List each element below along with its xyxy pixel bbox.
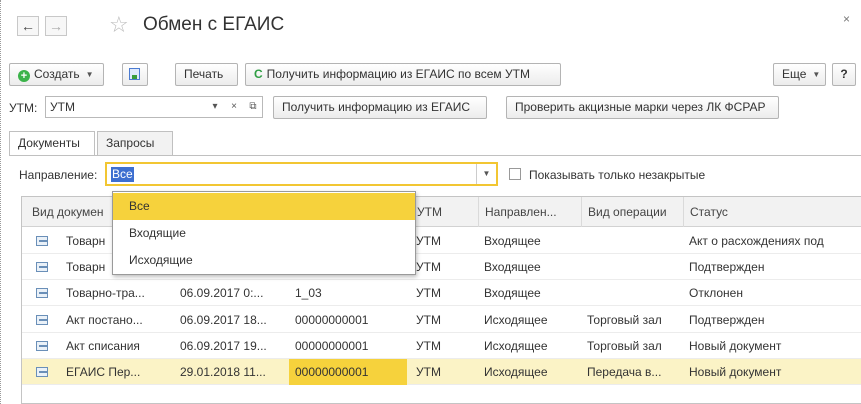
- back-button[interactable]: ←: [17, 16, 39, 36]
- fetch-egais-button[interactable]: Получить информацию из ЕГАИС: [273, 96, 487, 119]
- cell-date: 06.09.2017 0:...: [180, 286, 264, 301]
- table-row[interactable]: Акт списания 06.09.2017 19... 00000000001 У…: [22, 333, 861, 359]
- cell-status: Новый документ: [689, 338, 782, 353]
- utm-field[interactable]: УТМ ▾ × ⧉: [45, 96, 263, 118]
- direction-label: Направление:: [19, 168, 98, 182]
- chevron-down-icon[interactable]: ▾: [206, 97, 224, 117]
- cell-direction: Входящее: [484, 234, 541, 248]
- chevron-down-icon[interactable]: ▼: [476, 164, 496, 184]
- col-operation[interactable]: Вид операции: [581, 197, 683, 227]
- cell-status: Отклонен: [689, 286, 743, 301]
- dropdown-option-incoming[interactable]: Входящие: [113, 220, 415, 247]
- cell-operation: [581, 228, 683, 254]
- direction-select[interactable]: Все ▼: [105, 162, 498, 186]
- cell-operation: [581, 254, 683, 280]
- fetch-all-utm-label: Получить информацию из ЕГАИС по всем УТМ: [266, 67, 530, 81]
- col-direction[interactable]: Направлен...: [478, 197, 581, 227]
- document-icon: [36, 314, 48, 325]
- cell-status: Акт о расхождениях под: [689, 234, 824, 248]
- plus-icon: +: [18, 70, 30, 82]
- refresh-icon: C: [254, 67, 263, 81]
- document-icon: [36, 236, 48, 246]
- arrow-right-icon: →: [49, 18, 63, 34]
- cell-utm: УТМ: [416, 312, 441, 327]
- cell-number: 00000000001: [289, 359, 407, 385]
- cell-doc: Товарно-тра...: [66, 286, 145, 301]
- cell-number: 1_03: [295, 286, 322, 301]
- table-row[interactable]: Товарно-тра... 06.09.2017 0:... 1_03 УТМ Вхо…: [22, 280, 861, 307]
- cell-doc: Акт постано...: [66, 312, 143, 327]
- tabs-divider: [9, 155, 861, 156]
- help-button[interactable]: ?: [832, 63, 856, 86]
- open-icon[interactable]: ⧉: [244, 97, 262, 117]
- cell-utm: УТМ: [416, 338, 441, 353]
- cell-direction: Исходящее: [484, 312, 548, 327]
- cell-direction: Исходящее: [484, 365, 548, 379]
- save-to-file-button[interactable]: [122, 63, 148, 86]
- arrow-left-icon: ←: [21, 18, 35, 34]
- cell-number: 00000000001: [295, 312, 369, 327]
- utm-field-value: УТМ: [50, 100, 75, 114]
- cell-doc: Акт списания: [66, 338, 140, 353]
- cell-direction: Входящее: [484, 286, 541, 301]
- cell-date: 06.09.2017 19...: [180, 338, 267, 353]
- document-icon: [36, 367, 48, 377]
- cell-date: 29.01.2018 11...: [180, 365, 266, 379]
- check-excise-marks-button[interactable]: Проверить акцизные марки через ЛК ФСРАР: [506, 96, 779, 119]
- title-bar: ← → ☆ Обмен с ЕГАИС ×: [9, 12, 854, 40]
- more-button[interactable]: Еще ▼: [773, 63, 826, 86]
- cell-utm: УТМ: [416, 286, 441, 301]
- direction-dropdown: Все Входящие Исходящие: [112, 191, 416, 275]
- star-icon[interactable]: ☆: [109, 12, 129, 38]
- only-open-label: Показывать только незакрытые: [529, 168, 706, 182]
- col-utm[interactable]: УТМ: [410, 197, 478, 227]
- cell-date: 06.09.2017 18...: [180, 312, 267, 327]
- cell-direction: Входящее: [484, 260, 541, 275]
- more-button-label: Еще: [782, 67, 807, 81]
- save-icon: [129, 68, 140, 80]
- document-icon: [36, 288, 48, 299]
- cell-utm: УТМ: [416, 365, 441, 379]
- create-button-label: Создать: [34, 67, 80, 81]
- cell-utm: УТМ: [416, 260, 441, 275]
- page-title: Обмен с ЕГАИС: [143, 14, 285, 35]
- chevron-down-icon: ▼: [812, 70, 821, 79]
- create-button[interactable]: + Создать ▼: [9, 63, 104, 86]
- table-row[interactable]: ЕГАИС Пер... 29.01.2018 11... 00000000001 У…: [22, 359, 861, 385]
- forward-button[interactable]: →: [45, 16, 67, 36]
- cell-operation: [581, 280, 683, 306]
- tab-documents[interactable]: Документы: [9, 131, 95, 156]
- cell-operation: Передача в...: [587, 365, 662, 379]
- cell-direction: Исходящее: [484, 338, 548, 353]
- col-status[interactable]: Статус: [683, 197, 861, 227]
- close-button[interactable]: ×: [843, 12, 850, 26]
- cell-status: Подтвержден: [689, 260, 765, 275]
- fetch-all-utm-button[interactable]: C Получить информацию из ЕГАИС по всем УТ…: [245, 63, 561, 86]
- tab-requests[interactable]: Запросы: [97, 131, 173, 155]
- document-icon: [36, 340, 48, 351]
- cell-operation: Торговый зал: [587, 338, 662, 353]
- direction-value: Все: [111, 167, 134, 182]
- chevron-down-icon: ▼: [85, 70, 94, 79]
- cell-utm: УТМ: [416, 234, 441, 248]
- cell-status: Подтвержден: [689, 312, 765, 327]
- cell-doc: ЕГАИС Пер...: [66, 365, 141, 379]
- cell-status: Новый документ: [689, 365, 782, 379]
- cell-operation: Торговый зал: [587, 312, 662, 327]
- document-icon: [36, 262, 48, 273]
- utm-label: УТМ:: [9, 101, 38, 115]
- only-open-checkbox[interactable]: [509, 168, 521, 180]
- table-row[interactable]: Акт постано... 06.09.2017 18... 0000000000…: [22, 307, 861, 333]
- print-button[interactable]: Печать: [175, 63, 238, 86]
- dropdown-option-outgoing[interactable]: Исходящие: [113, 247, 415, 274]
- cell-number: 00000000001: [295, 338, 369, 353]
- clear-icon[interactable]: ×: [225, 97, 243, 117]
- egais-exchange-window: ← → ☆ Обмен с ЕГАИС × + Создать ▼ Печать C…: [0, 0, 861, 404]
- dropdown-option-all[interactable]: Все: [113, 193, 415, 220]
